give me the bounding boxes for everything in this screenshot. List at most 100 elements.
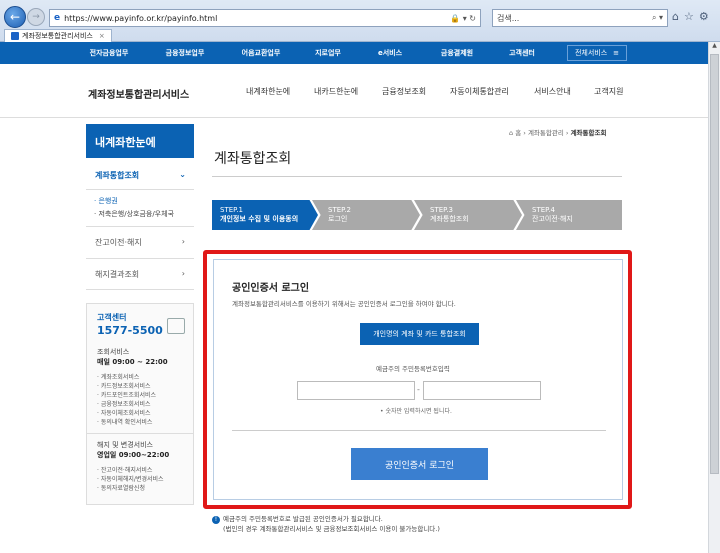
address-url: https://www.payinfo.or.kr/payinfo.html (64, 13, 218, 23)
breadcrumb-home[interactable]: ⌂ 홈 (509, 129, 521, 137)
chevron-right-icon: › (181, 237, 185, 246)
breadcrumb-current: 계좌통합조회 (570, 129, 607, 137)
cs-change-hours: 영업일 09:00~22:00 (97, 451, 170, 459)
step-4: STEP.4 잔고이전·해지 (516, 200, 622, 230)
step-3: STEP.3 계좌통합조회 (414, 200, 522, 230)
rrn-front-input[interactable] (297, 381, 415, 400)
vertical-scrollbar[interactable]: ▲ (708, 42, 720, 553)
list-item: · 잔고이전·해지서비스 (97, 467, 153, 474)
search-icon[interactable]: ⌕ ▾ (652, 13, 667, 23)
gnb-item-bill-clearing[interactable]: 어음교환업무 (234, 48, 288, 58)
scrollbar-thumb[interactable] (710, 54, 719, 474)
breadcrumb-mid[interactable]: 계좌통합관리 (528, 129, 564, 137)
arrow-left-icon: ← (9, 10, 21, 24)
step-label: 로그인 (328, 215, 348, 223)
step-number: STEP.4 (532, 206, 555, 214)
site-title[interactable]: 계좌정보통합관리서비스 (88, 86, 189, 101)
sidebar-item-account-lookup[interactable]: 계좌통합조회 ⌄ (86, 158, 194, 190)
gear-icon[interactable]: ⚙ (699, 10, 709, 23)
favorites-star-icon[interactable]: ☆ (684, 10, 694, 23)
browser-chrome: ← → e https://www.payinfo.or.kr/payinfo.… (0, 0, 720, 42)
list-item: · 동의내역 확인서비스 (97, 419, 153, 426)
step-label: 개인정보 수집 및 이용동의 (220, 215, 299, 223)
rrn-separator: - (417, 385, 420, 394)
step-number: STEP.2 (328, 206, 351, 214)
header-nav-support[interactable]: 고객지원 (594, 86, 623, 97)
sidebar-item-label: 해지결과조회 (95, 270, 140, 279)
cs-lookup-hours: 매일 09:00 ~ 22:00 (97, 358, 168, 366)
login-title: 공인인증서 로그인 (232, 283, 310, 294)
notice-line-1: 예금주의 주민등록번호로 발급된 공인인증서가 필요합니다. (223, 515, 383, 523)
list-item: · 동의자료열람신청 (97, 485, 145, 492)
chevron-down-icon: ⌄ (179, 170, 186, 179)
hamburger-icon: ≡ (613, 49, 620, 57)
divider (87, 433, 193, 434)
rrn-back-input[interactable] (423, 381, 541, 400)
home-icon[interactable]: ⌂ (672, 10, 679, 23)
gnb-item-customer-center[interactable]: 고객센터 (500, 48, 544, 58)
chevron-right-icon: › (181, 269, 185, 278)
step-label: 계좌통합조회 (430, 215, 469, 223)
page-title: 계좌통합조회 (214, 151, 292, 167)
header-nav-my-cards[interactable]: 내카드한눈에 (314, 86, 358, 97)
address-controls[interactable]: 🔒 ▾ ↻ (450, 14, 480, 23)
tab-strip: 계좌정보통합관리서비스 × (4, 29, 112, 42)
scroll-up-arrow-icon[interactable]: ▲ (709, 42, 720, 53)
gnb-item-e-service[interactable]: e서비스 (370, 48, 410, 58)
cs-lookup-label: 조회서비스 (97, 348, 130, 356)
tab-title: 계좌정보통합관리서비스 (22, 32, 93, 40)
site-favicon-icon (11, 32, 19, 40)
browser-tab[interactable]: 계좌정보통합관리서비스 × (4, 29, 112, 42)
notice: ! 예금주의 주민등록번호로 발급된 공인인증서가 필요합니다. (법인의 경우 … (212, 514, 440, 534)
cs-change-list: · 잔고이전·해지서비스 · 자동이체해지/변경서비스 · 동의자료열람신청 (97, 466, 183, 493)
gnb-item-financial-info[interactable]: 금융정보업무 (158, 48, 212, 58)
header-nav-my-accounts[interactable]: 내계좌한눈에 (246, 86, 290, 97)
step-2: STEP.2 로그인 (312, 200, 420, 230)
back-button[interactable]: ← (4, 6, 26, 28)
list-item: · 금융정보조회서비스 (97, 401, 151, 408)
all-services-label: 전체서비스 (574, 49, 608, 57)
divider (232, 430, 606, 431)
header-nav-auto-transfer[interactable]: 자동이체통합관리 (450, 86, 509, 97)
notice-line-2: (법인의 경우 계좌통합관리서비스 및 금융정보조회서비스 이용이 불가능합니다… (223, 525, 440, 533)
ie-logo-icon: e (54, 13, 61, 23)
gnb-item-electronic-finance[interactable]: 전자금융업무 (82, 48, 136, 58)
header-nav-finance-info[interactable]: 금융정보조회 (382, 86, 426, 97)
site-header: 계좌정보통합관리서비스 내계좌한눈에 내카드한눈에 금융정보조회 자동이체통합관… (0, 64, 708, 118)
sidebar-heading: 내계좌한눈에 (86, 124, 194, 158)
toolbar-icons: ⌂ ☆ ⚙ (672, 10, 709, 23)
list-item: · 카드정보조회서비스 (97, 383, 151, 390)
step-label: 잔고이전·해지 (532, 215, 573, 223)
gnb-item-giro[interactable]: 지로업무 (308, 48, 348, 58)
sidebar-sub-savings[interactable]: · 저축은행/상호금융/우체국 (94, 209, 174, 219)
breadcrumb: ⌂ 홈 › 계좌통합관리 › 계좌통합조회 (509, 127, 606, 137)
sidebar-sub-banks[interactable]: · 은행권 (94, 196, 118, 206)
list-item: · 자동이체해지/변경서비스 (97, 476, 164, 483)
header-nav-service-guide[interactable]: 서비스안내 (534, 86, 571, 97)
list-item: · 계좌조회서비스 (97, 374, 140, 381)
integrated-lookup-button[interactable]: 개인명의 계좌 및 카드 통합조회 (360, 323, 479, 345)
rrn-hint: • 숫자만 입력하시면 됩니다. (380, 408, 452, 415)
global-nav-bar: 전자금융업무 금융정보업무 어음교환업무 지로업무 e서비스 금융결제원 고객센… (0, 42, 708, 64)
forward-button[interactable]: → (27, 8, 45, 26)
list-item: · 자동이체조회서비스 (97, 410, 151, 417)
step-1: STEP.1 개인정보 수집 및 이용동의 (212, 200, 318, 230)
info-icon: ! (212, 516, 220, 524)
rrn-label: 예금주의 주민등록번호입력 (376, 365, 450, 373)
certificate-login-button[interactable]: 공인인증서 로그인 (351, 448, 488, 480)
all-services-button[interactable]: 전체서비스 ≡ (567, 45, 627, 61)
step-number: STEP.3 (430, 206, 453, 214)
step-number: STEP.1 (220, 206, 243, 214)
step-indicator: STEP.1 개인정보 수집 및 이용동의 STEP.2 로그인 STEP.3 … (212, 200, 622, 230)
sidebar-item-balance-transfer[interactable]: 잔고이전·해지 › (86, 226, 194, 258)
arrow-right-icon: → (32, 12, 40, 22)
cs-change-label: 해지 및 변경서비스 (97, 441, 153, 449)
sidebar-item-termination-result[interactable]: 해지결과조회 › (86, 258, 194, 290)
close-tab-icon[interactable]: × (99, 32, 105, 40)
gnb-item-kftc[interactable]: 금융결제원 (432, 48, 482, 58)
login-description: 계좌정보통합관리서비스를 이용하기 위해서는 공인인증서 로그인을 하여야 합니… (232, 300, 456, 308)
address-bar[interactable]: e https://www.payinfo.or.kr/payinfo.html… (49, 9, 481, 27)
list-item: · 카드포인트조회서비스 (97, 392, 157, 399)
sidebar-item-label: 잔고이전·해지 (95, 238, 142, 247)
browser-search-input[interactable]: 검색... ⌕ ▾ (492, 9, 668, 27)
